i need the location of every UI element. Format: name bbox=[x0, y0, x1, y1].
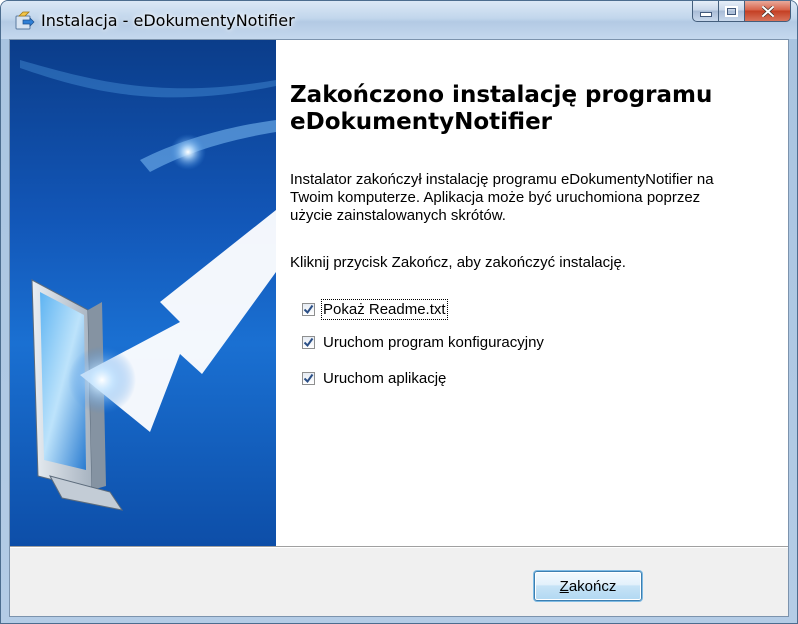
window-title: Instalacja - eDokumentyNotifier bbox=[41, 11, 295, 30]
show-readme-option[interactable]: Pokaż Readme.txt bbox=[302, 298, 448, 320]
show-readme-checkbox[interactable] bbox=[302, 302, 315, 316]
page-title-line2: eDokumentyNotifier bbox=[290, 109, 553, 135]
monitor-arrow-illustration bbox=[20, 60, 276, 511]
run-config-label[interactable]: Uruchom program konfiguracyjny bbox=[323, 334, 544, 351]
checkmark-icon bbox=[303, 304, 314, 314]
run-app-option[interactable]: Uruchom aplikację bbox=[302, 368, 446, 388]
finish-button-accelerator: Z bbox=[559, 577, 569, 595]
completion-message-line1: Instalator zakończył instalację programu… bbox=[290, 171, 714, 188]
maximize-icon bbox=[725, 5, 738, 17]
caption-buttons bbox=[692, 1, 791, 22]
finish-button[interactable]: Zakończ bbox=[534, 571, 642, 601]
page-title: Zakończono instalację programu eDokument… bbox=[290, 82, 770, 136]
page-title-line1: Zakończono instalację programu bbox=[290, 82, 713, 108]
run-config-option[interactable]: Uruchom program konfiguracyjny bbox=[302, 332, 544, 352]
minimize-button[interactable] bbox=[692, 1, 719, 22]
run-config-checkbox[interactable] bbox=[302, 335, 315, 349]
completion-message-line2: Twoim komputerze. Aplikacja może być uru… bbox=[290, 189, 701, 206]
finish-button-label: akończ bbox=[568, 577, 617, 595]
run-app-checkbox[interactable] bbox=[302, 371, 315, 385]
close-button[interactable] bbox=[745, 1, 791, 22]
maximize-button[interactable] bbox=[719, 1, 745, 22]
wizard-side-image bbox=[10, 40, 276, 546]
minimize-icon bbox=[699, 12, 712, 17]
title-bar[interactable]: Instalacja - eDokumentyNotifier bbox=[1, 1, 797, 39]
run-app-label[interactable]: Uruchom aplikację bbox=[323, 370, 446, 387]
finish-instruction: Kliknij przycisk Zakończ, aby zakończyć … bbox=[290, 254, 626, 271]
show-readme-label[interactable]: Pokaż Readme.txt bbox=[321, 298, 448, 320]
close-icon bbox=[761, 5, 774, 17]
installer-icon bbox=[15, 11, 35, 30]
installer-window: Instalacja - eDokumentyNotifier Zakończo… bbox=[0, 0, 798, 624]
wizard-content: Zakończono instalację programu eDokument… bbox=[290, 40, 780, 546]
checkmark-icon bbox=[303, 337, 314, 347]
wizard-footer: Zakończ bbox=[10, 548, 788, 616]
completion-message: Instalator zakończył instalację programu… bbox=[290, 171, 780, 225]
checkmark-icon bbox=[303, 373, 314, 383]
wizard-client-area: Zakończono instalację programu eDokument… bbox=[9, 39, 789, 617]
completion-message-line3: użycie zainstalowanych skrótów. bbox=[290, 207, 506, 224]
